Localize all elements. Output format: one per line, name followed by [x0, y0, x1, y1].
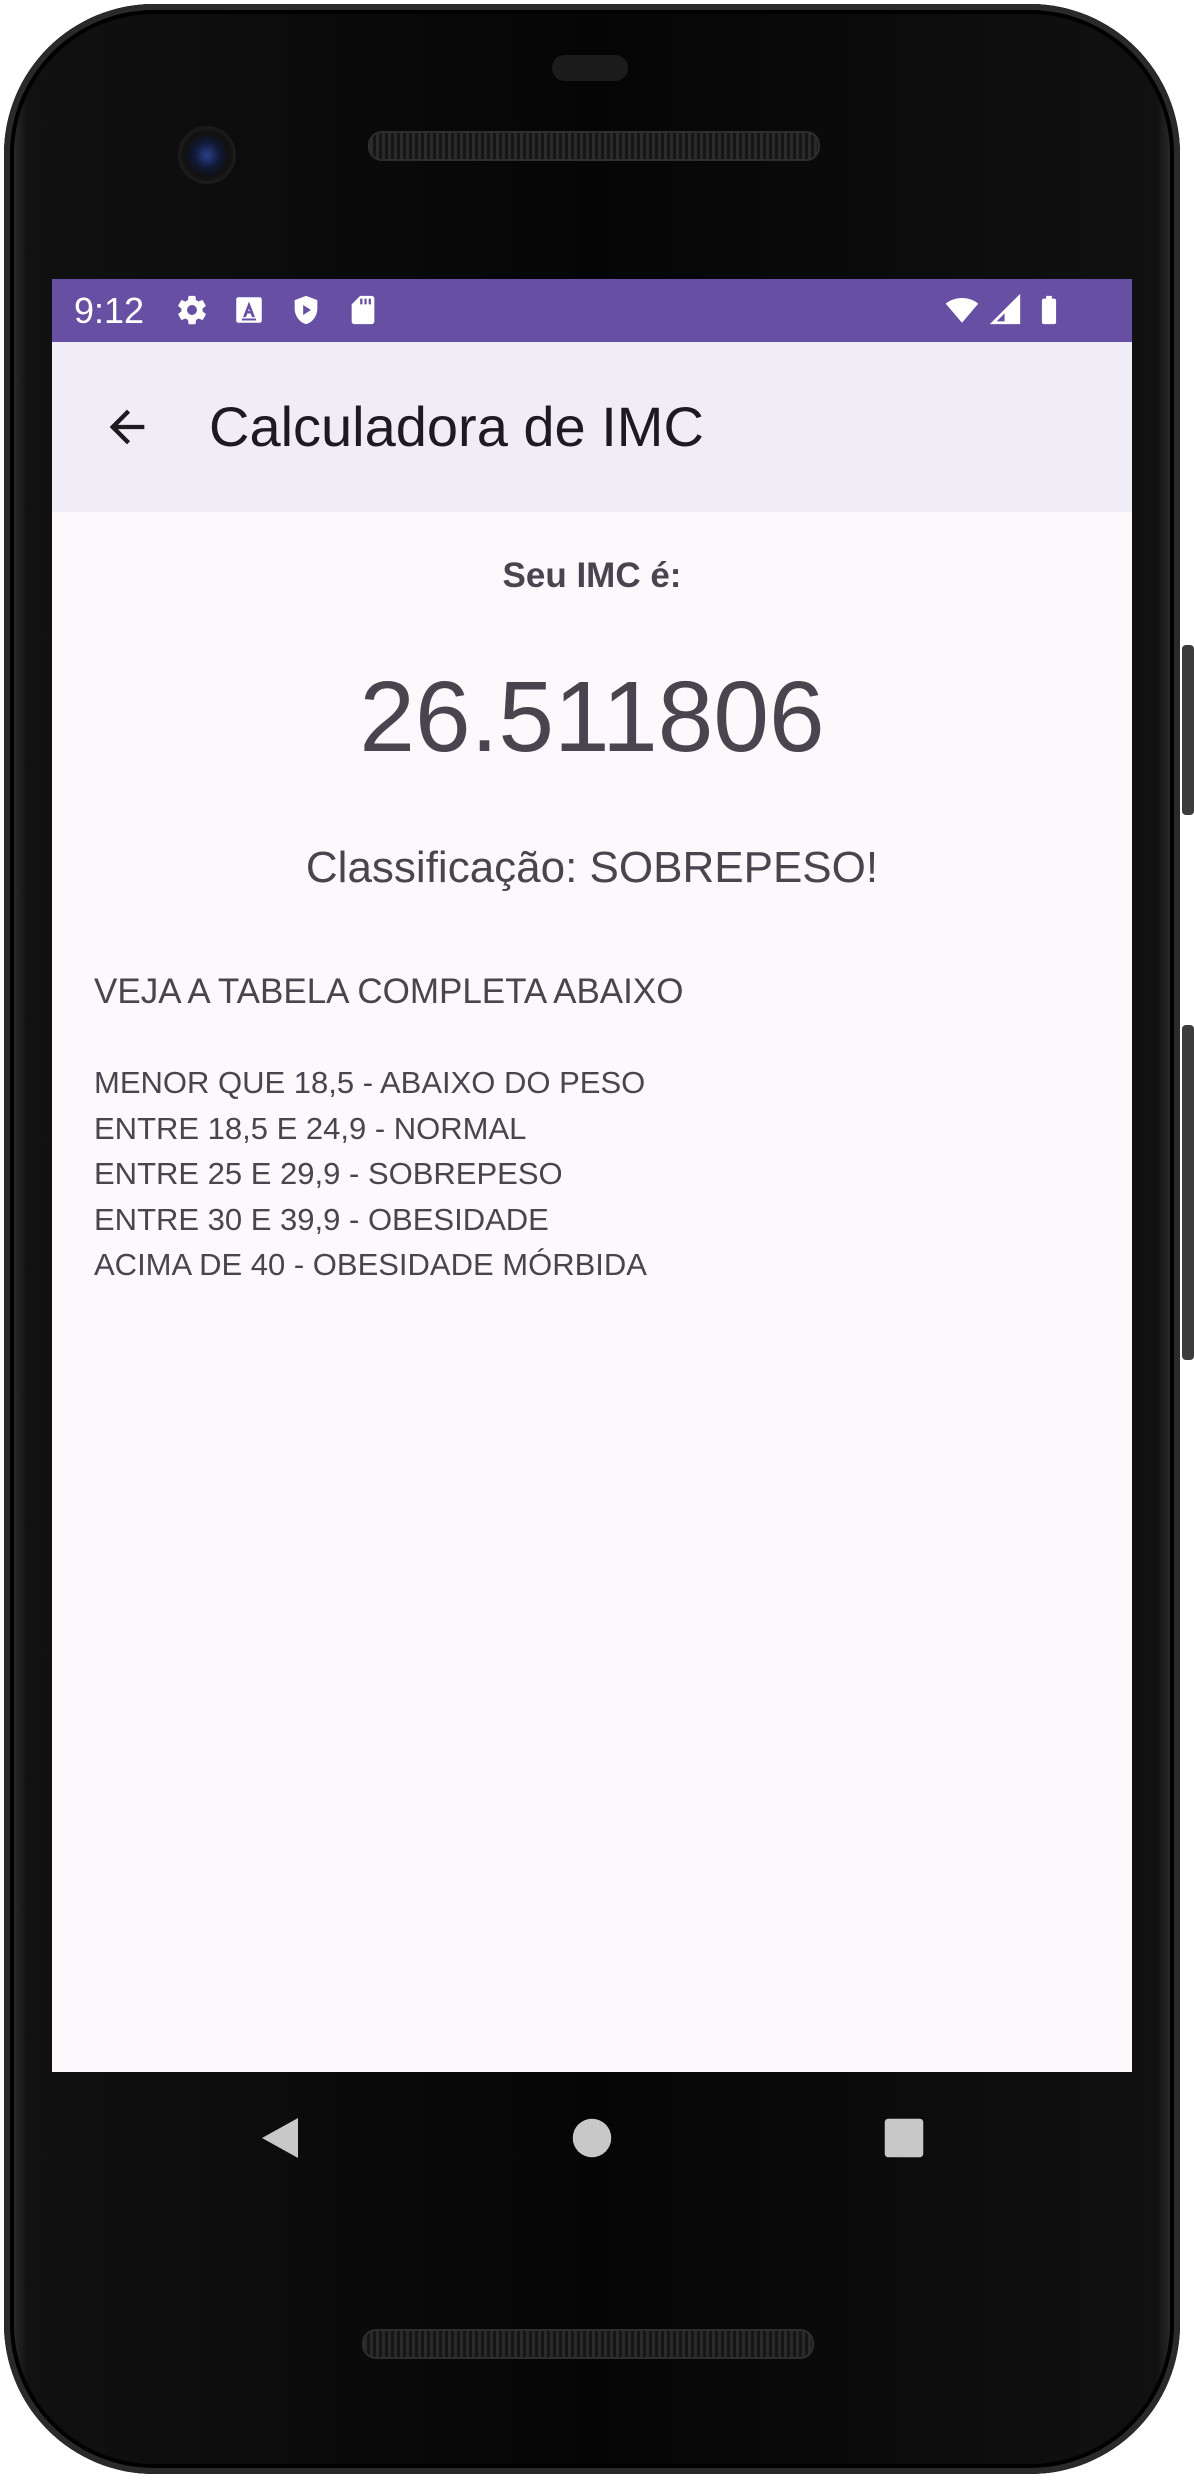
font-a-icon	[236, 297, 262, 323]
table-row: ACIMA DE 40 - OBESIDADE MÓRBIDA	[94, 1247, 647, 1282]
back-button[interactable]	[82, 382, 172, 472]
proximity-sensor	[552, 55, 628, 81]
recents-square-icon	[884, 2118, 924, 2158]
earpiece-speaker	[368, 131, 820, 161]
table-row: ENTRE 30 E 39,9 - OBESIDADE	[94, 1201, 549, 1237]
table-row: MENOR QUE 18,5 - ABAIXO DO PESO	[94, 1065, 646, 1100]
phone-device: 9:12 Calculadora de IMC Seu IMC é: 26.51…	[0, 0, 1194, 2480]
gear-icon	[178, 295, 206, 325]
status-bar: 9:12	[52, 279, 1132, 342]
sd-card-icon	[351, 295, 375, 325]
app-screen: 9:12 Calculadora de IMC Seu IMC é: 26.51…	[52, 279, 1132, 2072]
table-row: ENTRE 18,5 E 24,9 - NORMAL	[94, 1110, 527, 1146]
cellular-signal-icon	[989, 293, 1021, 325]
battery-icon	[1041, 295, 1057, 325]
volume-button	[1182, 1025, 1194, 1360]
wifi-icon	[945, 297, 979, 323]
nav-home-button[interactable]	[562, 2108, 622, 2168]
play-protect-icon	[294, 295, 318, 325]
home-circle-icon	[572, 2118, 612, 2158]
reference-table: MENOR QUE 18,5 - ABAIXO DO PESO ENTRE 18…	[94, 1060, 647, 1288]
nav-back-button[interactable]	[250, 2108, 310, 2168]
imc-value: 26.511806	[359, 661, 825, 773]
bottom-speaker	[362, 2329, 814, 2359]
power-button	[1182, 645, 1194, 815]
back-triangle-icon	[262, 2118, 298, 2158]
system-nav-bar	[52, 2072, 1132, 2198]
status-time: 9:12	[74, 290, 145, 331]
arrow-back-icon	[109, 409, 145, 445]
front-camera-icon	[178, 126, 236, 184]
page-title: Calculadora de IMC	[209, 395, 704, 458]
table-heading: VEJA A TABELA COMPLETA ABAIXO	[94, 972, 684, 1011]
imc-label: Seu IMC é:	[502, 556, 682, 595]
table-row: ENTRE 25 E 29,9 - SOBREPESO	[94, 1156, 563, 1191]
top-app-bar: Calculadora de IMC	[52, 342, 1132, 512]
nav-recents-button[interactable]	[874, 2108, 934, 2168]
classification-text: Classificação: SOBREPESO!	[305, 843, 879, 892]
